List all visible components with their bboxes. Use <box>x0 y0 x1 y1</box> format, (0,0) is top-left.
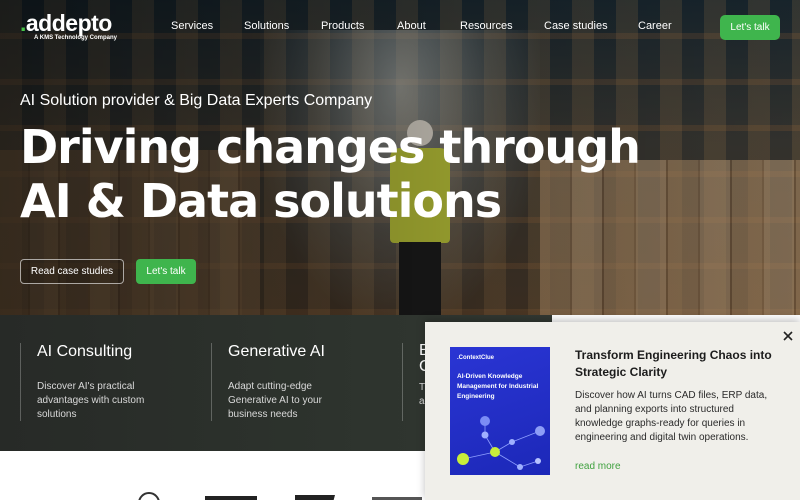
cover-title: AI-Driven Knowledge Management for Indus… <box>457 373 539 400</box>
service-card-generative-ai[interactable]: Generative AI Adapt cutting-edge Generat… <box>211 343 358 421</box>
main-nav: Services Solutions Products About Resour… <box>171 20 672 32</box>
nav-item-career[interactable]: Career <box>638 20 672 32</box>
popup-body: Discover how AI turns CAD files, ERP dat… <box>575 390 768 443</box>
ebook-cover[interactable]: .ContextClue AI-Driven Knowledge Managem… <box>450 347 550 475</box>
promo-popup: .ContextClue AI-Driven Knowledge Managem… <box>425 322 800 500</box>
hero-subtitle: AI Solution provider & Big Data Experts … <box>20 92 373 109</box>
read-case-studies-button[interactable]: Read case studies <box>20 259 124 284</box>
client-logos-strip <box>0 451 430 500</box>
site-logo[interactable]: .addepto A KMS Technology Company <box>20 10 117 41</box>
popup-title: Transform Engineering Chaos into Strateg… <box>575 348 772 379</box>
logo-wordmark: .addepto <box>20 10 117 37</box>
client-logo-globe-icon <box>138 492 160 500</box>
logo-name: addepto <box>25 10 112 36</box>
read-more-link[interactable]: read more <box>575 461 621 472</box>
hero-title-line2: AI & Data solutions <box>20 174 502 228</box>
nav-item-case-studies[interactable]: Case studies <box>544 20 638 32</box>
close-icon[interactable] <box>782 330 794 342</box>
nav-lets-talk-button[interactable]: Let's talk <box>720 15 780 40</box>
client-logo-hertz-icon <box>295 495 335 500</box>
nav-item-resources[interactable]: Resources <box>460 20 544 32</box>
service-description: Adapt cutting-edge Generative AI to your… <box>228 381 322 420</box>
nav-item-services[interactable]: Services <box>171 20 244 32</box>
cover-brand: .ContextClue <box>457 355 495 361</box>
nav-item-products[interactable]: Products <box>321 20 397 32</box>
service-card-ai-consulting[interactable]: AI Consulting Discover AI's practical ad… <box>20 343 167 421</box>
knowledge-graph-icon <box>457 416 545 470</box>
service-title: Generative AI <box>228 343 325 360</box>
nav-item-about[interactable]: About <box>397 20 460 32</box>
client-logo-wsj-icon <box>205 496 257 500</box>
logo-tagline: A KMS Technology Company <box>34 35 118 41</box>
hero-title: Driving changes through AI & Data soluti… <box>20 120 720 228</box>
service-description: Discover AI's practical advantages with … <box>37 381 145 420</box>
hero-lets-talk-button[interactable]: Let's talk <box>136 259 196 284</box>
service-title: AI Consulting <box>37 343 133 360</box>
nav-item-solutions[interactable]: Solutions <box>244 20 321 32</box>
hero-title-line1: Driving changes through <box>20 120 641 174</box>
